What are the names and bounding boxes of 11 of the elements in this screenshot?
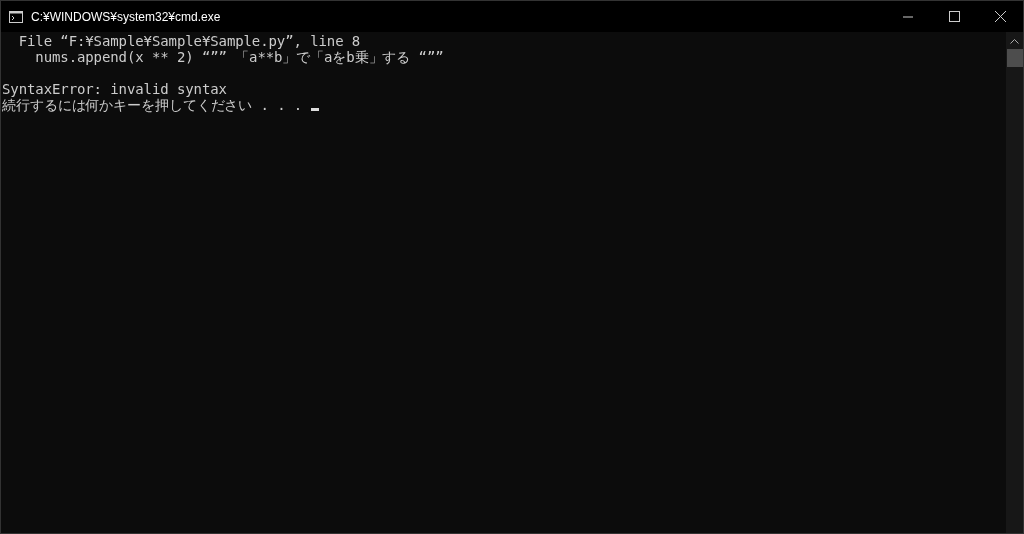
close-icon [994, 11, 1006, 22]
caret-icon [1010, 37, 1019, 44]
console-line: 続行するには何かキーを押してください . . . [2, 97, 304, 113]
console-line: nums.append(x ** 2) “”” 「a**b」で「aをb乗」する “”” [34, 49, 444, 65]
window-title: C:¥WINDOWS¥system32¥cmd.exe [31, 9, 222, 24]
maximize-icon [948, 11, 960, 22]
console-app-icon [9, 10, 23, 23]
console-line: SyntaxError: invalid syntax [2, 81, 227, 97]
text-cursor [310, 108, 319, 111]
console-line: File “F:¥Sample¥Sample¥Sample.py”, line 8 [17, 33, 361, 49]
scrollbar-thumb[interactable] [1006, 49, 1023, 67]
